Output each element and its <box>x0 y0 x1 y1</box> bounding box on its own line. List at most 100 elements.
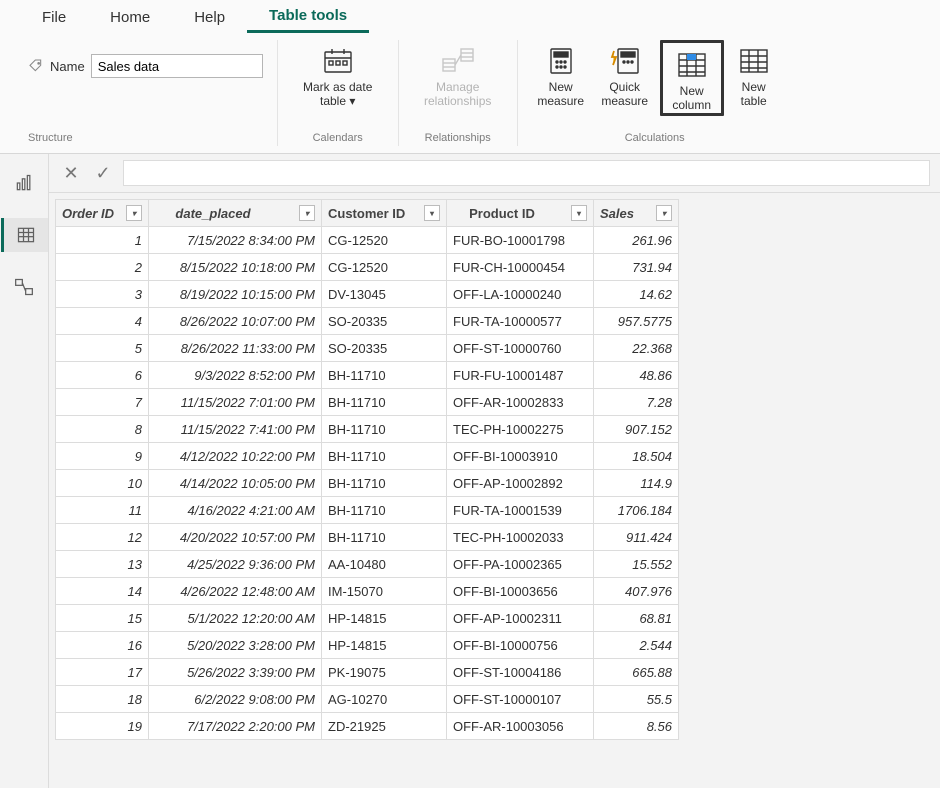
cell-date-placed[interactable]: 7/17/2022 2:20:00 PM <box>149 713 322 740</box>
data-grid-wrap[interactable]: Order ID▾ date_placed▾ Customer ID▾ Prod… <box>49 193 940 788</box>
table-row[interactable]: 144/26/2022 12:48:00 AMIM-15070OFF-BI-10… <box>56 578 679 605</box>
cell-date-placed[interactable]: 8/19/2022 10:15:00 PM <box>149 281 322 308</box>
cell-date-placed[interactable]: 9/3/2022 8:52:00 PM <box>149 362 322 389</box>
table-row[interactable]: 197/17/2022 2:20:00 PMZD-21925OFF-AR-100… <box>56 713 679 740</box>
cell-date-placed[interactable]: 4/20/2022 10:57:00 PM <box>149 524 322 551</box>
cell-customer-id[interactable]: HP-14815 <box>322 632 447 659</box>
report-view-button[interactable] <box>2 166 46 200</box>
cell-product-id[interactable]: FUR-CH-10000454 <box>447 254 594 281</box>
table-row[interactable]: 811/15/2022 7:41:00 PMBH-11710TEC-PH-100… <box>56 416 679 443</box>
cell-order-id[interactable]: 17 <box>56 659 149 686</box>
cell-order-id[interactable]: 9 <box>56 443 149 470</box>
new-column-button[interactable]: New column <box>665 44 719 112</box>
cell-order-id[interactable]: 8 <box>56 416 149 443</box>
cell-sales[interactable]: 68.81 <box>594 605 679 632</box>
cell-sales[interactable]: 907.152 <box>594 416 679 443</box>
menu-table-tools[interactable]: Table tools <box>247 1 369 33</box>
cell-date-placed[interactable]: 11/15/2022 7:41:00 PM <box>149 416 322 443</box>
cell-order-id[interactable]: 1 <box>56 227 149 254</box>
cell-product-id[interactable]: OFF-BI-10000756 <box>447 632 594 659</box>
cell-order-id[interactable]: 10 <box>56 470 149 497</box>
cell-customer-id[interactable]: AG-10270 <box>322 686 447 713</box>
header-date-placed[interactable]: date_placed▾ <box>149 200 322 227</box>
table-row[interactable]: 175/26/2022 3:39:00 PMPK-19075OFF-ST-100… <box>56 659 679 686</box>
cell-product-id[interactable]: FUR-TA-10000577 <box>447 308 594 335</box>
new-table-button[interactable]: New table <box>730 40 778 108</box>
cell-product-id[interactable]: OFF-ST-10004186 <box>447 659 594 686</box>
cell-date-placed[interactable]: 5/26/2022 3:39:00 PM <box>149 659 322 686</box>
cell-order-id[interactable]: 7 <box>56 389 149 416</box>
filter-sales[interactable]: ▾ <box>656 205 672 221</box>
cell-order-id[interactable]: 19 <box>56 713 149 740</box>
cell-order-id[interactable]: 16 <box>56 632 149 659</box>
table-row[interactable]: 155/1/2022 12:20:00 AMHP-14815OFF-AP-100… <box>56 605 679 632</box>
cell-date-placed[interactable]: 11/15/2022 7:01:00 PM <box>149 389 322 416</box>
table-row[interactable]: 134/25/2022 9:36:00 PMAA-10480OFF-PA-100… <box>56 551 679 578</box>
cell-order-id[interactable]: 12 <box>56 524 149 551</box>
cell-date-placed[interactable]: 5/1/2022 12:20:00 AM <box>149 605 322 632</box>
cell-customer-id[interactable]: BH-11710 <box>322 443 447 470</box>
table-row[interactable]: 17/15/2022 8:34:00 PMCG-12520FUR-BO-1000… <box>56 227 679 254</box>
cell-date-placed[interactable]: 4/14/2022 10:05:00 PM <box>149 470 322 497</box>
table-row[interactable]: 104/14/2022 10:05:00 PMBH-11710OFF-AP-10… <box>56 470 679 497</box>
cell-customer-id[interactable]: DV-13045 <box>322 281 447 308</box>
cell-customer-id[interactable]: AA-10480 <box>322 551 447 578</box>
mark-as-date-table-button[interactable]: Mark as date table ▾ <box>292 40 384 108</box>
table-row[interactable]: 124/20/2022 10:57:00 PMBH-11710TEC-PH-10… <box>56 524 679 551</box>
cell-date-placed[interactable]: 8/15/2022 10:18:00 PM <box>149 254 322 281</box>
table-row[interactable]: 165/20/2022 3:28:00 PMHP-14815OFF-BI-100… <box>56 632 679 659</box>
cell-sales[interactable]: 2.544 <box>594 632 679 659</box>
table-row[interactable]: 58/26/2022 11:33:00 PMSO-20335OFF-ST-100… <box>56 335 679 362</box>
table-row[interactable]: 38/19/2022 10:15:00 PMDV-13045OFF-LA-100… <box>56 281 679 308</box>
cell-order-id[interactable]: 18 <box>56 686 149 713</box>
cell-product-id[interactable]: OFF-AP-10002892 <box>447 470 594 497</box>
table-row[interactable]: 69/3/2022 8:52:00 PMBH-11710FUR-FU-10001… <box>56 362 679 389</box>
header-customer-id[interactable]: Customer ID▾ <box>322 200 447 227</box>
cell-sales[interactable]: 55.5 <box>594 686 679 713</box>
cell-date-placed[interactable]: 4/12/2022 10:22:00 PM <box>149 443 322 470</box>
cell-order-id[interactable]: 11 <box>56 497 149 524</box>
cell-sales[interactable]: 22.368 <box>594 335 679 362</box>
cell-sales[interactable]: 114.9 <box>594 470 679 497</box>
menu-file[interactable]: File <box>20 3 88 32</box>
table-row[interactable]: 114/16/2022 4:21:00 AMBH-11710FUR-TA-100… <box>56 497 679 524</box>
filter-date-placed[interactable]: ▾ <box>299 205 315 221</box>
table-row[interactable]: 711/15/2022 7:01:00 PMBH-11710OFF-AR-100… <box>56 389 679 416</box>
new-measure-button[interactable]: New measure <box>532 40 590 108</box>
cell-date-placed[interactable]: 8/26/2022 11:33:00 PM <box>149 335 322 362</box>
cell-product-id[interactable]: OFF-LA-10000240 <box>447 281 594 308</box>
cell-product-id[interactable]: OFF-ST-10000107 <box>447 686 594 713</box>
header-order-id[interactable]: Order ID▾ <box>56 200 149 227</box>
cell-date-placed[interactable]: 4/25/2022 9:36:00 PM <box>149 551 322 578</box>
cell-sales[interactable]: 15.552 <box>594 551 679 578</box>
data-view-button[interactable] <box>1 218 48 252</box>
cancel-formula-button[interactable]: ✕ <box>59 161 83 185</box>
cell-product-id[interactable]: TEC-PH-10002033 <box>447 524 594 551</box>
cell-product-id[interactable]: TEC-PH-10002275 <box>447 416 594 443</box>
cell-date-placed[interactable]: 8/26/2022 10:07:00 PM <box>149 308 322 335</box>
cell-sales[interactable]: 14.62 <box>594 281 679 308</box>
cell-customer-id[interactable]: BH-11710 <box>322 362 447 389</box>
table-name-input[interactable] <box>91 54 263 78</box>
cell-sales[interactable]: 911.424 <box>594 524 679 551</box>
header-sales[interactable]: Sales▾ <box>594 200 679 227</box>
cell-product-id[interactable]: OFF-BI-10003656 <box>447 578 594 605</box>
cell-product-id[interactable]: OFF-ST-10000760 <box>447 335 594 362</box>
cell-date-placed[interactable]: 6/2/2022 9:08:00 PM <box>149 686 322 713</box>
cell-customer-id[interactable]: BH-11710 <box>322 497 447 524</box>
cell-product-id[interactable]: FUR-FU-10001487 <box>447 362 594 389</box>
filter-product-id[interactable]: ▾ <box>571 205 587 221</box>
cell-customer-id[interactable]: BH-11710 <box>322 389 447 416</box>
cell-customer-id[interactable]: SO-20335 <box>322 335 447 362</box>
cell-order-id[interactable]: 5 <box>56 335 149 362</box>
cell-date-placed[interactable]: 5/20/2022 3:28:00 PM <box>149 632 322 659</box>
table-row[interactable]: 186/2/2022 9:08:00 PMAG-10270OFF-ST-1000… <box>56 686 679 713</box>
cell-customer-id[interactable]: HP-14815 <box>322 605 447 632</box>
table-row[interactable]: 94/12/2022 10:22:00 PMBH-11710OFF-BI-100… <box>56 443 679 470</box>
cell-sales[interactable]: 7.28 <box>594 389 679 416</box>
cell-customer-id[interactable]: BH-11710 <box>322 524 447 551</box>
cell-customer-id[interactable]: BH-11710 <box>322 416 447 443</box>
cell-order-id[interactable]: 15 <box>56 605 149 632</box>
cell-product-id[interactable]: OFF-PA-10002365 <box>447 551 594 578</box>
cell-order-id[interactable]: 4 <box>56 308 149 335</box>
